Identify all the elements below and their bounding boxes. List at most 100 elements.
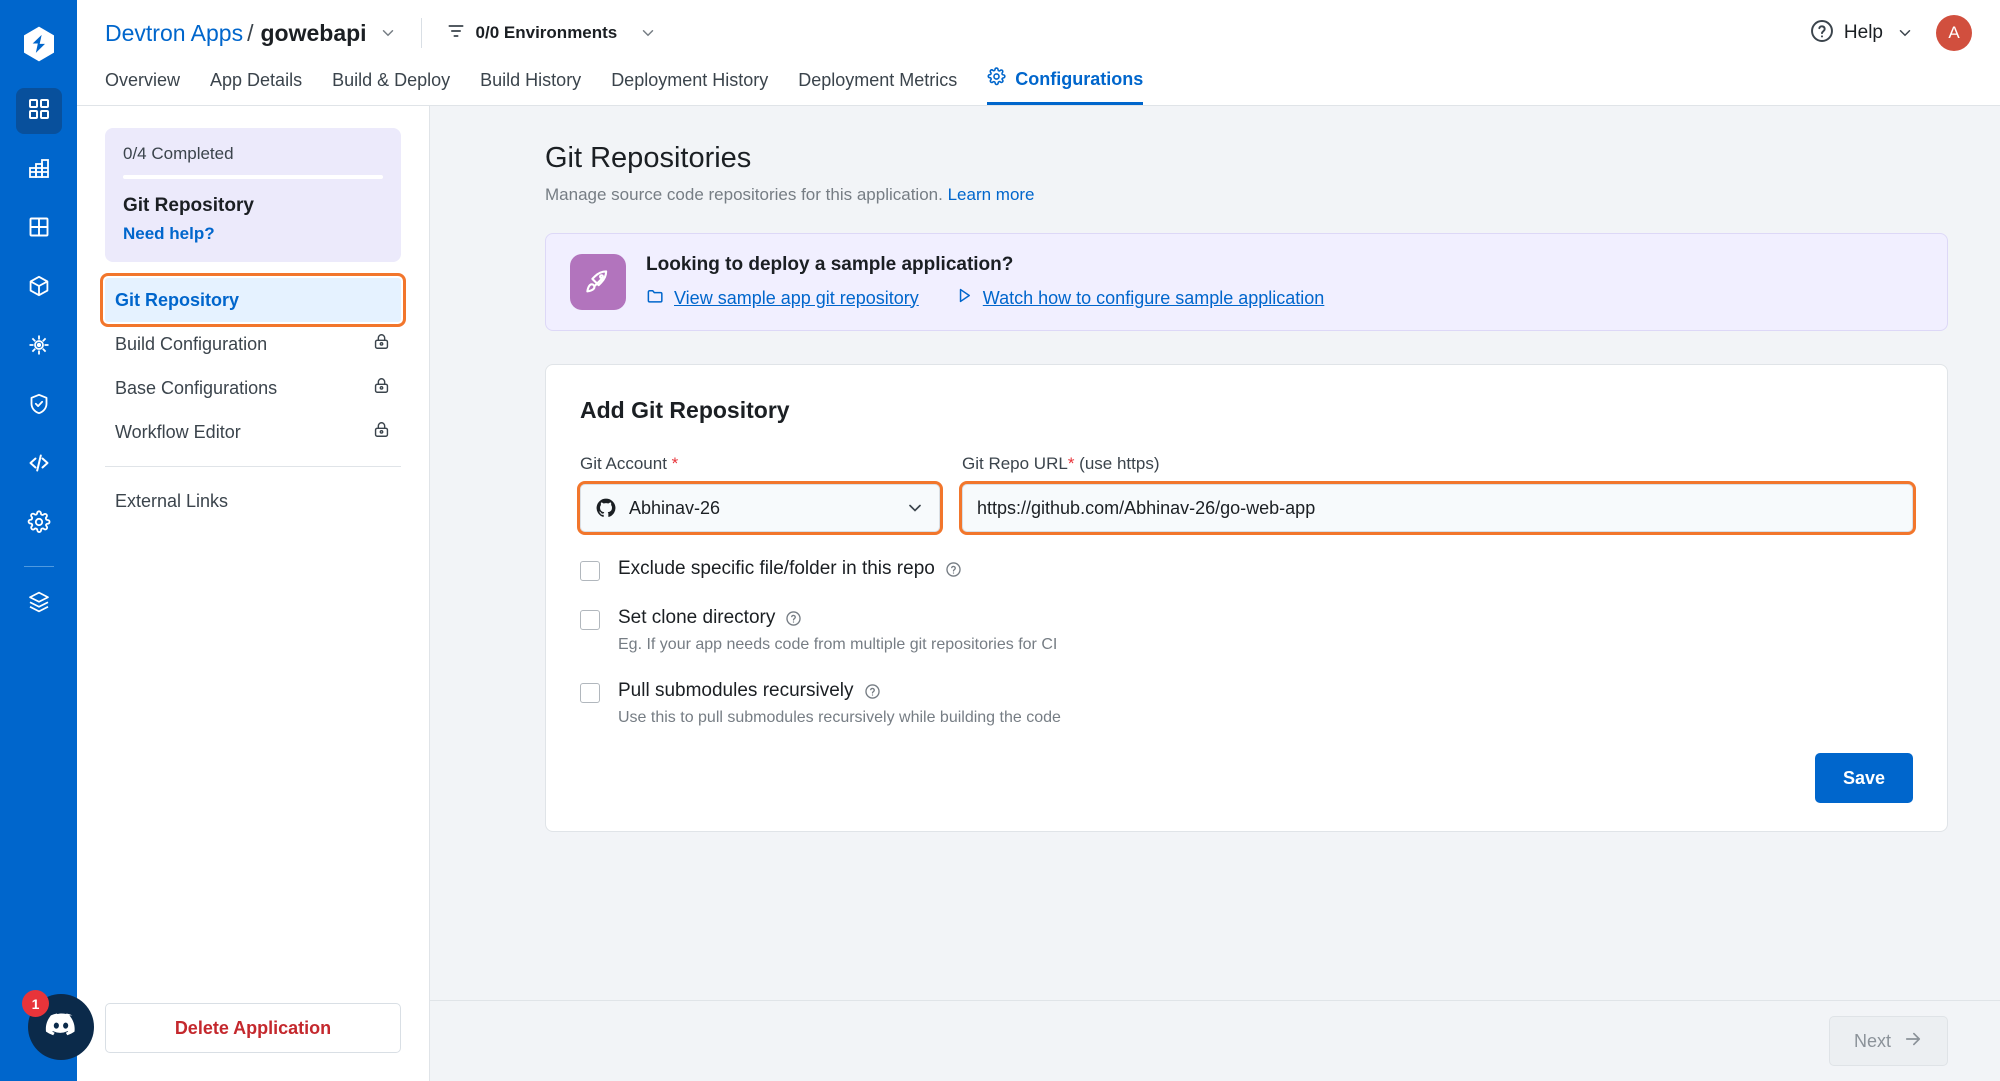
app-root: 1 Devtron Apps / gowebapi 0/0 Environmen… — [0, 0, 2000, 1081]
breadcrumb-separator: / — [247, 19, 254, 46]
question-circle-icon[interactable] — [785, 610, 802, 627]
sidebar-item-external-links[interactable]: External Links — [105, 479, 401, 523]
body-split: 0/4 Completed Git Repository Need help? … — [77, 106, 2000, 1081]
git-account-label: Git Account * — [580, 454, 940, 474]
git-account-field-group: Git Account * Abhinav-26 — [577, 454, 943, 535]
sample-banner-body: Looking to deploy a sample application? … — [646, 254, 1324, 310]
discord-badge: 1 — [22, 990, 49, 1017]
sidebar-item-label: External Links — [115, 490, 229, 511]
discord-button[interactable]: 1 — [22, 990, 94, 1060]
need-help-link[interactable]: Need help? — [123, 224, 383, 244]
environments-selector[interactable]: 0/0 Environments — [446, 21, 658, 46]
tab-label: Build & Deploy — [332, 70, 451, 90]
page-subtitle-text: Manage source code repositories for this… — [545, 185, 943, 204]
git-repo-url-label: Git Repo URL* (use https) — [962, 454, 1913, 474]
gear-icon — [27, 509, 51, 539]
question-circle-icon[interactable] — [864, 683, 881, 700]
rail-item-grid-table[interactable] — [16, 206, 62, 252]
help-menu[interactable]: Help — [1809, 18, 1914, 49]
rail-item-code[interactable] — [16, 442, 62, 488]
sidebar-item-label: Git Repository — [115, 289, 240, 310]
learn-more-link[interactable]: Learn more — [948, 185, 1035, 204]
set-clone-directory-hint: Eg. If your app needs code from multiple… — [618, 636, 1058, 653]
watch-sample-video-link[interactable]: Watch how to configure sample applicatio… — [955, 286, 1324, 310]
checkbox-row-exclude[interactable]: Exclude specific file/folder in this rep… — [580, 558, 1913, 581]
tab-build-deploy[interactable]: Build & Deploy — [332, 70, 450, 105]
lock-icon — [372, 332, 391, 356]
delete-application-button[interactable]: Delete Application — [105, 1003, 401, 1053]
checkbox-row-clone-directory[interactable]: Set clone directory Eg. If your app need… — [580, 607, 1913, 654]
chevron-down-icon — [905, 498, 925, 518]
lock-icon — [372, 376, 391, 400]
checkbox-row-pull-submodules[interactable]: Pull submodules recursively Use this to … — [580, 680, 1913, 727]
tab-build-history[interactable]: Build History — [480, 70, 581, 105]
next-button[interactable]: Next — [1828, 1016, 1948, 1066]
tab-overview[interactable]: Overview — [105, 70, 180, 105]
view-sample-repo-link[interactable]: View sample app git repository — [646, 286, 919, 310]
form-field-row: Git Account * Abhinav-26 Git Repo URL* (… — [577, 454, 1916, 535]
rail-item-cube[interactable] — [16, 265, 62, 311]
tab-app-details[interactable]: App Details — [210, 70, 302, 105]
lock-icon — [372, 420, 391, 444]
rail-divider — [23, 566, 54, 567]
sidebar-divider — [105, 466, 401, 467]
tab-deployment-history[interactable]: Deployment History — [611, 70, 768, 105]
add-git-repository-card: Add Git Repository Git Account * Abhinav… — [545, 364, 1948, 832]
tab-label: Deployment History — [611, 70, 769, 90]
rail-item-kubernetes-helm[interactable] — [16, 324, 62, 370]
progress-completed-text: 0/4 Completed — [123, 144, 234, 163]
rail-item-chart-bars[interactable] — [16, 147, 62, 193]
sidebar-item-base-configurations[interactable]: Base Configurations — [105, 366, 401, 410]
config-nav-list: Git Repository Build Configuration Base … — [77, 273, 429, 523]
filter-icon — [446, 21, 466, 46]
chart-bars-icon — [27, 156, 51, 185]
tab-deployment-metrics[interactable]: Deployment Metrics — [798, 70, 957, 105]
required-asterisk: * — [671, 454, 679, 473]
git-repo-url-input[interactable]: https://github.com/Abhinav-26/go-web-app — [959, 481, 1916, 535]
discord-icon — [43, 1007, 79, 1048]
view-sample-repo-label: View sample app git repository — [674, 287, 919, 308]
sidebar-item-git-repository[interactable]: Git Repository — [100, 273, 406, 327]
git-account-value: Abhinav-26 — [629, 497, 721, 518]
avatar[interactable]: A — [1936, 15, 1972, 51]
progress-bar — [123, 175, 383, 179]
arrow-right-icon — [1903, 1029, 1923, 1054]
tab-label: App Details — [210, 70, 303, 90]
git-account-select[interactable]: Abhinav-26 — [577, 481, 943, 535]
main-wrapper: Devtron Apps / gowebapi 0/0 Environments — [77, 0, 2000, 1081]
pull-submodules-checkbox[interactable] — [580, 683, 600, 703]
code-brackets-icon — [27, 451, 51, 480]
sample-banner-title: Looking to deploy a sample application? — [646, 254, 1014, 275]
rocket-icon — [570, 254, 626, 310]
header-divider — [420, 18, 422, 48]
config-sidebar: 0/4 Completed Git Repository Need help? … — [77, 106, 430, 1081]
tab-configurations[interactable]: Configurations — [987, 67, 1144, 105]
breadcrumb-devtron-apps[interactable]: Devtron Apps — [105, 20, 243, 47]
question-circle-icon[interactable] — [945, 561, 962, 578]
page-footer: Next — [430, 1000, 2000, 1081]
gear-icon — [987, 67, 1006, 91]
rail-item-settings[interactable] — [16, 501, 62, 547]
exclude-files-label: Exclude specific file/folder in this rep… — [618, 558, 935, 579]
rail-item-apps-grid[interactable] — [15, 88, 62, 134]
sidebar-item-build-configuration[interactable]: Build Configuration — [105, 322, 401, 366]
sidebar-footer: Delete Application — [77, 1003, 429, 1081]
sidebar-item-workflow-editor[interactable]: Workflow Editor — [105, 410, 401, 454]
sidebar-item-label: Base Configurations — [115, 377, 278, 398]
grid-table-icon — [27, 215, 51, 244]
save-button[interactable]: Save — [1814, 753, 1913, 803]
rail-item-security[interactable] — [16, 383, 62, 429]
devtron-logo-icon[interactable] — [17, 22, 61, 66]
set-clone-directory-checkbox[interactable] — [580, 610, 600, 630]
left-icon-rail: 1 — [0, 0, 94, 1081]
git-repo-url-field-group: Git Repo URL* (use https) https://github… — [959, 454, 1916, 535]
exclude-files-checkbox[interactable] — [580, 561, 600, 581]
chevron-down-icon[interactable] — [379, 24, 397, 42]
progress-card: 0/4 Completed Git Repository Need help? — [105, 128, 401, 262]
cube-icon — [27, 274, 51, 303]
checkbox-body: Pull submodules recursively Use this to … — [618, 680, 1061, 727]
pull-submodules-label: Pull submodules recursively — [618, 680, 854, 701]
rail-item-stack[interactable] — [16, 581, 62, 627]
git-account-label-text: Git Account — [580, 454, 667, 473]
sidebar-item-label: Build Configuration — [115, 333, 268, 354]
